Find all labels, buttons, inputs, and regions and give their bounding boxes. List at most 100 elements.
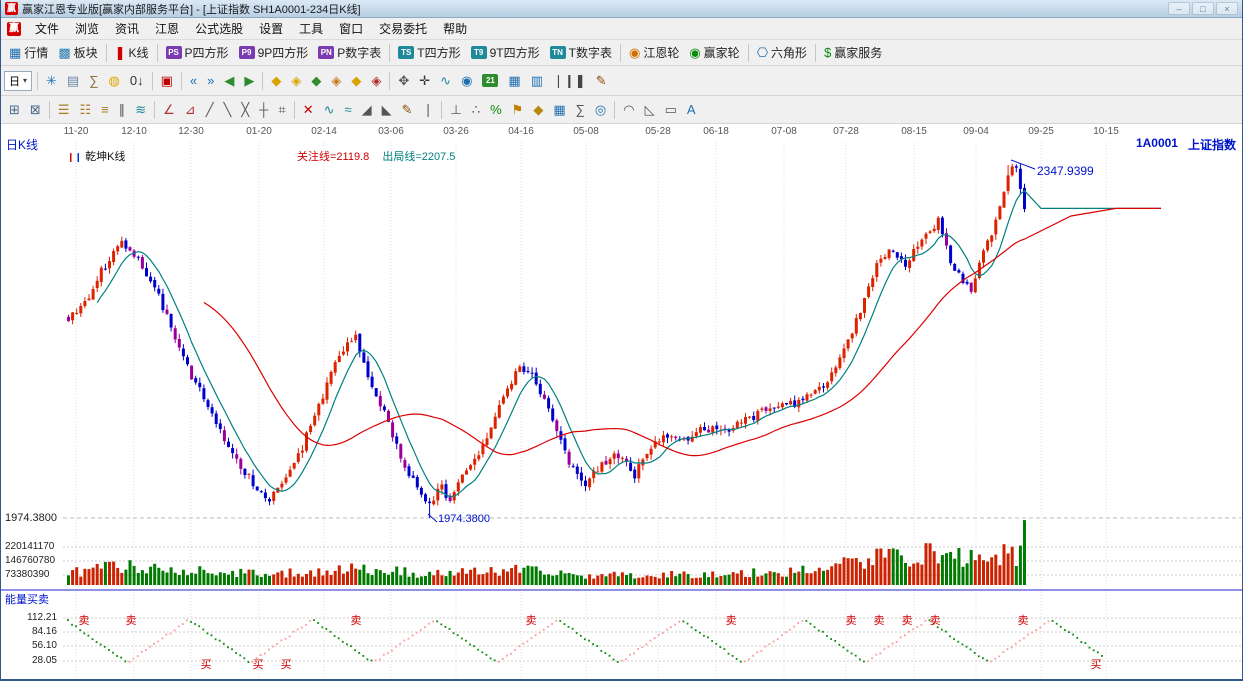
gann-grid-button[interactable]: ☰ xyxy=(53,100,75,120)
menu-item-9[interactable]: 帮助 xyxy=(435,18,475,39)
maximize-button[interactable]: □ xyxy=(1192,2,1214,15)
alert-bell-button[interactable]: ◍ xyxy=(104,71,125,91)
text-tool-button[interactable]: A xyxy=(682,100,701,120)
menu-item-5[interactable]: 设置 xyxy=(251,18,291,39)
corner-up-button[interactable]: ◢ xyxy=(357,100,377,120)
grid-tool-button[interactable]: ⊞ xyxy=(4,100,25,120)
9t-square-button[interactable]: T99T四方形 xyxy=(466,41,545,64)
lock-button[interactable]: ▣ xyxy=(156,71,178,91)
formula-button[interactable]: ∑ xyxy=(84,71,103,91)
menu-items: 文件浏览资讯江恩公式选股设置工具窗口交易委托帮助 xyxy=(27,18,475,39)
t-square-button[interactable]: TST四方形 xyxy=(393,41,465,64)
channel-button[interactable]: ≋ xyxy=(130,100,151,120)
dots-tool-button[interactable]: ∴ xyxy=(467,100,485,120)
gann-tool-2-button[interactable]: ◈ xyxy=(286,71,306,91)
calendar-21-button[interactable]: 21 xyxy=(477,71,503,90)
t-number-button[interactable]: TNT数字表 xyxy=(545,41,617,64)
menu-item-8[interactable]: 交易委托 xyxy=(371,18,435,39)
network-button[interactable]: ✳ xyxy=(41,71,62,91)
p-square-button[interactable]: PSP四方形 xyxy=(161,41,234,64)
quotes-icon: ▦ xyxy=(9,46,21,60)
minimize-button[interactable]: – xyxy=(1168,2,1190,15)
pencil-tool-icon: ✎ xyxy=(402,103,413,117)
svg-text:买: 买 xyxy=(201,658,212,671)
circle-tool-button[interactable]: ◎ xyxy=(590,100,611,120)
wave-button[interactable]: ∿ xyxy=(435,71,456,91)
sine-tool-button[interactable]: ∿ xyxy=(319,100,340,120)
spiral-button[interactable]: ◉ xyxy=(456,71,477,91)
diag-cross-button[interactable]: ╳ xyxy=(236,100,254,120)
percent-tool-button[interactable]: % xyxy=(485,100,507,120)
overlay-toggle[interactable]: ❙❙乾坤K线 xyxy=(67,148,125,164)
gann-tool-3-button[interactable]: ◆ xyxy=(306,71,326,91)
perpendicular-tool-button[interactable]: ⊥ xyxy=(445,100,466,120)
menu-item-2[interactable]: 资讯 xyxy=(107,18,147,39)
p-square-icon: PS xyxy=(166,46,182,59)
diag-down-button[interactable]: ╲ xyxy=(219,100,237,120)
step-back-button[interactable]: ◀ xyxy=(219,71,239,91)
pencil-tool-button[interactable]: ✎ xyxy=(397,100,418,120)
kline-chart-svg[interactable]: 卖卖卖卖卖卖卖卖卖卖买买买买 xyxy=(1,140,1242,679)
cross-tool-icon: ┼ xyxy=(259,103,268,117)
erase-tool-button[interactable]: ✕ xyxy=(298,100,319,120)
skip-start-button[interactable]: « xyxy=(185,71,202,91)
zero-down-button[interactable]: 0↓ xyxy=(125,71,149,91)
report-button[interactable]: ▤ xyxy=(62,71,84,91)
corner-down-button[interactable]: ◣ xyxy=(377,100,397,120)
gann-tool-1-button[interactable]: ◆ xyxy=(266,71,286,91)
approx-tool-button[interactable]: ≈ xyxy=(340,100,357,120)
ruler-tool-button[interactable]: ▭ xyxy=(660,100,682,120)
menu-item-4[interactable]: 公式选股 xyxy=(187,18,251,39)
price-levels-button[interactable]: ☷ xyxy=(74,100,96,120)
parallel-lines-button[interactable]: ∥ xyxy=(114,100,131,120)
fan-tool-button[interactable]: ◺ xyxy=(640,100,660,120)
winner-wheel-button[interactable]: ◉赢家轮 xyxy=(684,41,744,64)
volume-scale-2: 146760780 xyxy=(5,555,55,566)
grid-tool-2-button[interactable]: ▦ xyxy=(548,100,570,120)
step-forward-button[interactable]: ▶ xyxy=(239,71,259,91)
winner-service-button[interactable]: $赢家服务 xyxy=(819,41,887,64)
hexagon-button[interactable]: ⎔六角形 xyxy=(752,41,812,64)
gann-tool-6-button[interactable]: ◈ xyxy=(366,71,386,91)
arc-tool-button[interactable]: ◠ xyxy=(618,100,639,120)
menu-item-6[interactable]: 工具 xyxy=(291,18,331,39)
9p-square-button[interactable]: P99P四方形 xyxy=(234,41,314,64)
quotes-button[interactable]: ▦行情 xyxy=(4,41,53,64)
pan-hand-button[interactable]: ✥ xyxy=(393,71,414,91)
draw-pen-button[interactable]: ✎ xyxy=(591,71,612,91)
sectors-button[interactable]: ▩板块 xyxy=(53,41,102,64)
p-number-label: P数字表 xyxy=(337,44,381,61)
p-number-button[interactable]: PNP数字表 xyxy=(313,41,386,64)
angle-tool-button[interactable]: ∠ xyxy=(158,100,180,120)
gann-tool-5-button[interactable]: ◆ xyxy=(346,71,366,91)
gann-tool-4-button[interactable]: ◈ xyxy=(326,71,346,91)
box-tool-button[interactable]: ⊠ xyxy=(25,100,46,120)
crosshair-button[interactable]: ✛ xyxy=(414,71,435,91)
toolbar-separator xyxy=(181,72,182,90)
flag-tool-button[interactable]: ⚑ xyxy=(507,100,529,120)
t-square-label: T四方形 xyxy=(417,44,460,61)
skip-end-button[interactable]: » xyxy=(202,71,219,91)
sum-tool-button[interactable]: ∑ xyxy=(571,100,590,120)
matrix-view-button[interactable]: ▥ xyxy=(526,71,548,91)
gann-wheel-button[interactable]: ◉江恩轮 xyxy=(624,41,684,64)
barcode-button[interactable]: ❘❙❚ xyxy=(548,71,591,91)
hash-tool-button[interactable]: ⌗ xyxy=(273,100,290,120)
period-selector[interactable]: 日 ▾ xyxy=(4,71,32,91)
kline-button[interactable]: ❚K线 xyxy=(110,41,154,64)
toolbar-separator xyxy=(815,44,816,62)
close-button[interactable]: × xyxy=(1216,2,1238,15)
h-levels-button[interactable]: ≡ xyxy=(96,100,114,120)
cross-tool-button[interactable]: ┼ xyxy=(254,100,273,120)
diag-up-icon: ╱ xyxy=(206,103,214,117)
menu-item-3[interactable]: 江恩 xyxy=(147,18,187,39)
vline-tool-button[interactable]: ❘ xyxy=(418,100,439,120)
menu-item-7[interactable]: 窗口 xyxy=(331,18,371,39)
diamond-tool-button[interactable]: ◆ xyxy=(528,100,548,120)
triangle-tool-button[interactable]: ⊿ xyxy=(180,100,201,120)
svg-text:卖: 卖 xyxy=(902,614,913,627)
grid-view-button[interactable]: ▦ xyxy=(503,71,525,91)
diag-up-button[interactable]: ╱ xyxy=(201,100,219,120)
menu-item-1[interactable]: 浏览 xyxy=(67,18,107,39)
menu-item-0[interactable]: 文件 xyxy=(27,18,67,39)
